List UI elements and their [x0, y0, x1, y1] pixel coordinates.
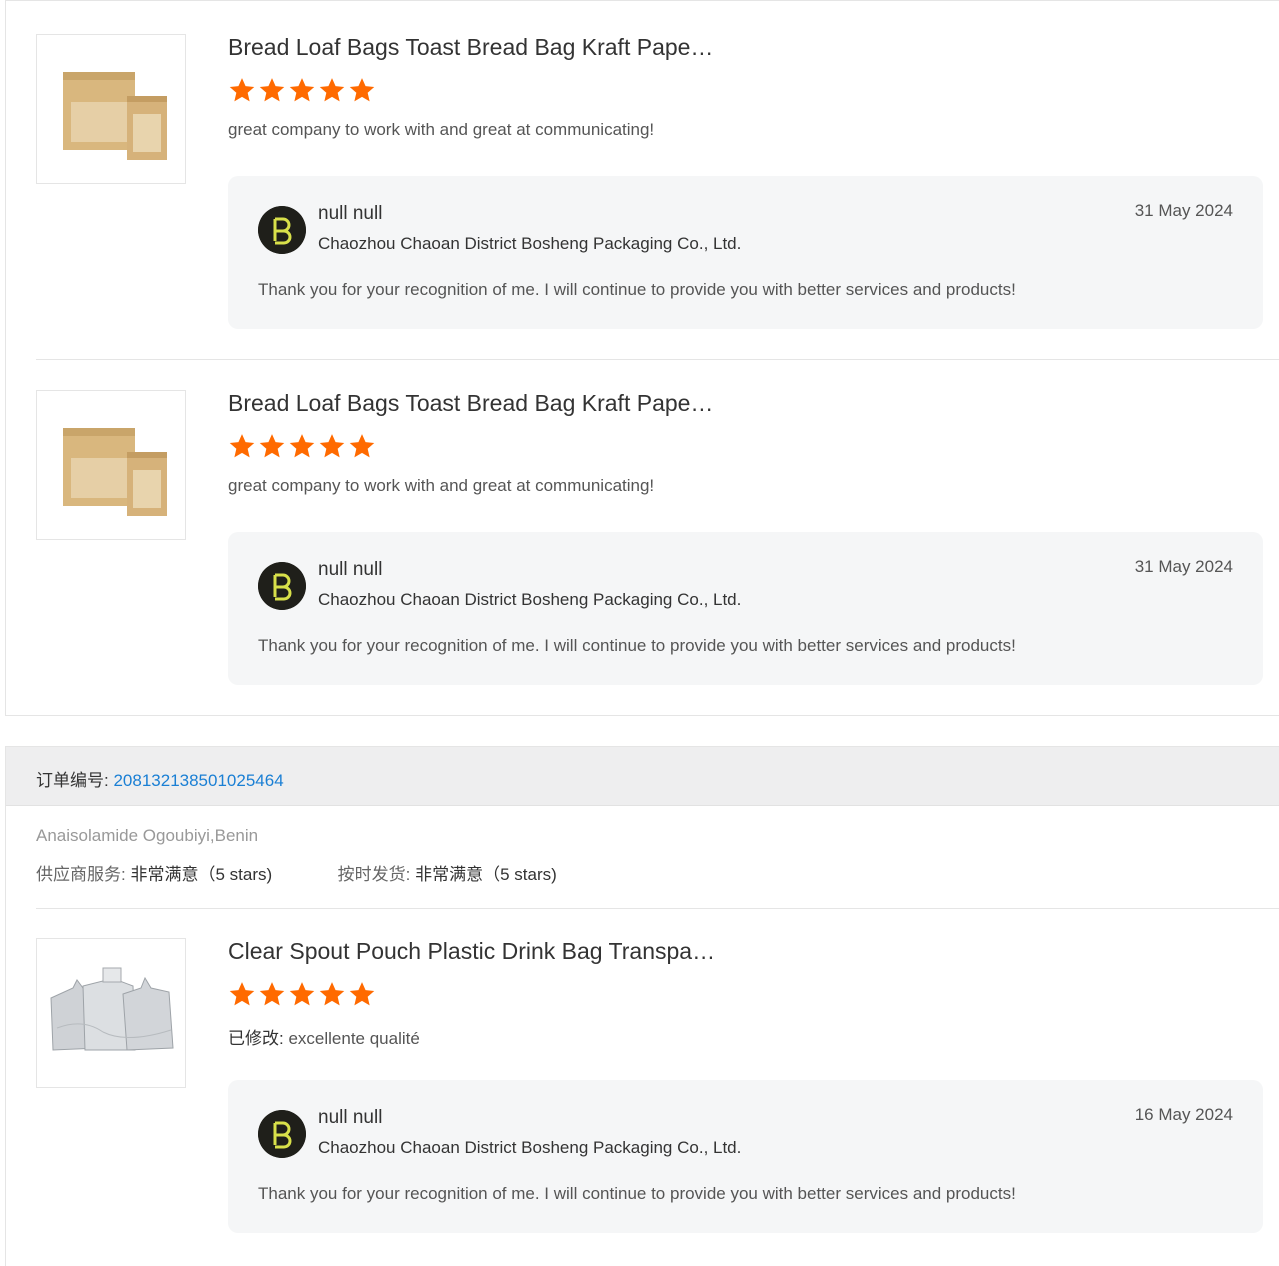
rating-stars [228, 432, 376, 460]
star-icon [229, 434, 255, 458]
buyer-name: Anaisolamide Ogoubiyi,Benin [36, 826, 259, 845]
review-comment-text: excellente qualité [283, 1029, 420, 1048]
star-icon [229, 78, 255, 102]
order-ratings: 供应商服务: 非常满意（5 stars) 按时发货: 非常满意（5 stars) [36, 860, 557, 885]
on-time-shipment-value: 非常满意（5 stars) [415, 865, 557, 884]
order-number-label: 订单编号: [36, 771, 109, 790]
product-thumbnail[interactable] [36, 34, 186, 184]
star-icon [319, 434, 345, 458]
supplier-service-label: 供应商服务: [36, 865, 126, 884]
reply-date: 16 May 2024 [1134, 1105, 1233, 1124]
product-thumbnail[interactable] [36, 390, 186, 540]
kraft-bag-image [63, 72, 167, 160]
star-icon [289, 434, 315, 458]
star-icon [319, 78, 345, 102]
spout-pouch-image [50, 967, 174, 1051]
reply-author-name: null null [318, 203, 383, 224]
star-icon [289, 982, 315, 1006]
rating-stars [228, 76, 376, 104]
on-time-shipment-label: 按时发货: [337, 865, 411, 884]
product-title[interactable]: Bread Loaf Bags Toast Bread Bag Kraft Pa… [228, 390, 713, 417]
reply-author-name: null null [318, 1107, 383, 1128]
reply-company-name: Chaozhou Chaoan District Bosheng Packagi… [318, 1138, 742, 1157]
supplier-reply: null null Chaozhou Chaoan District Boshe… [228, 176, 1263, 329]
divider [36, 908, 1279, 909]
reply-date: 31 May 2024 [1134, 201, 1233, 220]
star-icon [259, 434, 285, 458]
order-number-link[interactable]: 208132138501025464 [113, 771, 283, 790]
reply-text: Thank you for your recognition of me. I … [258, 1184, 1016, 1203]
company-logo-avatar [258, 1110, 306, 1158]
reply-company-name: Chaozhou Chaoan District Bosheng Packagi… [318, 590, 742, 609]
reply-author-name: null null [318, 559, 383, 580]
star-icon [349, 982, 375, 1006]
star-icon [289, 78, 315, 102]
reply-text: Thank you for your recognition of me. I … [258, 636, 1016, 655]
star-icon [259, 982, 285, 1006]
star-icon [259, 78, 285, 102]
order-review-group: 订单编号: 208132138501025464 Anaisolamide Og… [5, 746, 1279, 1266]
product-title[interactable]: Bread Loaf Bags Toast Bread Bag Kraft Pa… [228, 34, 713, 61]
star-icon [349, 78, 375, 102]
kraft-bag-image [63, 428, 167, 516]
supplier-reply: null null Chaozhou Chaoan District Boshe… [228, 1080, 1263, 1233]
order-number-row: 订单编号: 208132138501025464 [36, 766, 284, 791]
order-header: 订单编号: 208132138501025464 [6, 747, 1279, 806]
review-comment: great company to work with and great at … [228, 476, 655, 495]
reply-company-name: Chaozhou Chaoan District Bosheng Packagi… [318, 234, 742, 253]
product-title[interactable]: Clear Spout Pouch Plastic Drink Bag Tran… [228, 938, 715, 965]
review-comment: 已修改: excellente qualité [228, 1024, 420, 1049]
review-group-1: Bread Loaf Bags Toast Bread Bag Kraft Pa… [5, 0, 1279, 716]
supplier-reply: null null Chaozhou Chaoan District Boshe… [228, 532, 1263, 685]
company-logo-avatar [258, 562, 306, 610]
divider [36, 359, 1279, 360]
supplier-service-value: 非常满意（5 stars) [130, 865, 273, 884]
review-comment: great company to work with and great at … [228, 120, 655, 139]
reply-text: Thank you for your recognition of me. I … [258, 280, 1016, 299]
star-icon [349, 434, 375, 458]
star-icon [229, 982, 255, 1006]
star-icon [319, 982, 345, 1006]
product-thumbnail[interactable] [36, 938, 186, 1088]
rating-stars [228, 980, 376, 1008]
reply-date: 31 May 2024 [1134, 557, 1233, 576]
edited-prefix: 已修改: [228, 1029, 284, 1048]
company-logo-avatar [258, 206, 306, 254]
